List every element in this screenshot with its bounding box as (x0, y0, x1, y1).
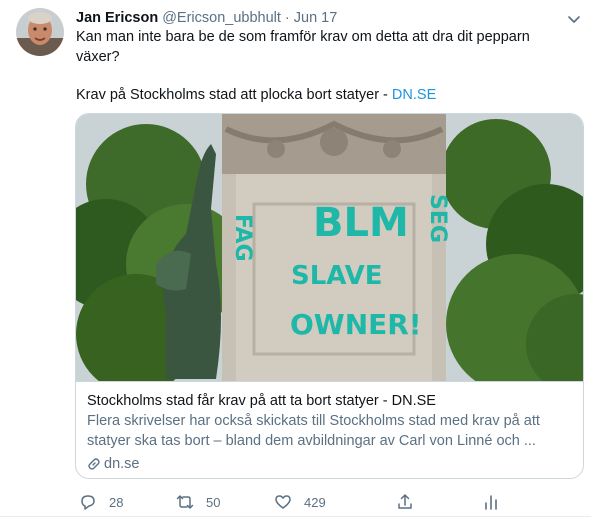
share-icon (398, 494, 412, 509)
tweet-text-line1: Kan man inte bara be de som framför krav… (76, 29, 530, 65)
analytics-button[interactable] (482, 493, 500, 511)
author-name[interactable]: Jan Ericson (76, 10, 158, 26)
reply-button[interactable]: 28 (79, 493, 123, 511)
retweet-button[interactable]: 50 (176, 493, 220, 511)
card-image[interactable]: BLM SLAVE OWNER! FAG SEG (76, 114, 583, 394)
tweet-date[interactable]: Jun 17 (294, 10, 338, 26)
share-button[interactable] (396, 493, 414, 511)
retweet-icon (176, 495, 194, 509)
retweet-count: 50 (206, 494, 221, 510)
analytics-icon (485, 495, 497, 510)
link-icon (88, 458, 100, 470)
tweet-text: Kan man inte bara be de som framför krav… (76, 28, 576, 67)
tweet-link[interactable]: DN.SE (392, 87, 436, 103)
author-handle[interactable]: @Ericson_ubbhult (162, 10, 281, 26)
chevron-down-icon[interactable] (565, 10, 583, 28)
graffiti-left: FAG (230, 214, 255, 262)
graffiti-owner: OWNER! (290, 308, 422, 341)
card-description: Flera skrivelser har också skickats till… (87, 413, 540, 449)
separator: · (284, 10, 290, 26)
card-text[interactable]: Stockholms stad får krav på att ta bort … (76, 381, 583, 478)
tweet-actions: 28 50 429 (76, 493, 576, 513)
reply-icon (81, 495, 95, 510)
graffiti-slave: SLAVE (291, 261, 383, 291)
link-card[interactable]: BLM SLAVE OWNER! FAG SEG Stockholms stad… (75, 113, 584, 479)
card-title[interactable]: Stockholms stad får krav på att ta bort … (87, 392, 572, 411)
tweet-text-line2-prefix: Krav på Stockholms stad att plocka bort … (76, 87, 392, 103)
avatar[interactable] (16, 8, 64, 56)
graffiti-blm: BLM (313, 200, 409, 246)
like-count: 429 (304, 494, 326, 510)
card-domain[interactable]: dn.se (87, 456, 139, 472)
tweet[interactable]: Jan Ericson @Ericson_ubbhult · Jun 17 Ka… (0, 0, 591, 517)
card-domain-text: dn.se (104, 456, 140, 472)
like-button[interactable]: 429 (274, 493, 326, 511)
reply-count: 28 (109, 494, 124, 510)
tweet-header: Jan Ericson @Ericson_ubbhult · Jun 17 (76, 9, 337, 27)
heart-icon (275, 495, 291, 509)
graffiti-right: SEG (425, 194, 450, 243)
tweet-text-line2: Krav på Stockholms stad att plocka bort … (76, 86, 436, 105)
